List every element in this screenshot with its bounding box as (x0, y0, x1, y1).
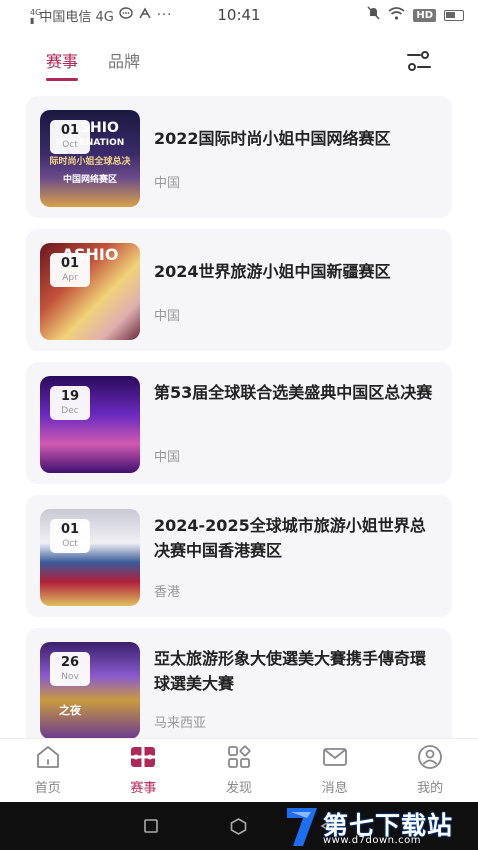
event-thumbnail: 19 Dec (40, 376, 140, 473)
nav-profile[interactable]: 我的 (382, 739, 478, 800)
home-button[interactable] (230, 818, 247, 839)
bottom-nav: 首页 赛事 发现 消息 我的 (0, 738, 478, 800)
thumb-text: 际时尚小姐全球总决 (49, 157, 131, 167)
event-thumbnail: 01 Oct (40, 509, 140, 606)
nav-label: 消息 (321, 780, 348, 796)
watermark-logo-icon (283, 806, 321, 850)
event-card[interactable]: 19 Dec 第53届全球联合选美盛典中国区总决赛 中国 (26, 362, 452, 484)
event-location: 马来西亚 (154, 716, 207, 731)
event-title: 2022国际时尚小姐中国网络赛区 (154, 129, 391, 148)
event-thumbnail: 之夜 26 Nov (40, 642, 140, 739)
watermark: 第七下载站 www.d7down.com (283, 806, 473, 848)
nav-label: 我的 (417, 780, 444, 796)
battery-icon (444, 9, 464, 21)
discover-icon (226, 744, 252, 774)
date-badge: 01 Apr (50, 253, 90, 287)
date-month: Nov (61, 672, 79, 682)
event-title: 亞太旅游形象大使選美大賽携手傳奇環球選美大賽 (154, 649, 427, 693)
thumb-text: 之夜 (59, 704, 81, 717)
mute-icon (367, 6, 380, 24)
event-title: 第53届全球联合选美盛典中国区总决赛 (154, 383, 433, 402)
event-location: 香港 (154, 585, 181, 600)
nav-label: 发现 (225, 780, 252, 796)
nav-events[interactable]: 赛事 (96, 739, 192, 800)
thumb-text: 中国网络赛区 (62, 175, 117, 185)
date-month: Dec (61, 406, 79, 416)
carrier-label: 中国电信 4G (39, 9, 114, 25)
nav-messages[interactable]: 消息 (287, 739, 383, 800)
date-badge: 26 Nov (50, 652, 90, 686)
nav-label: 首页 (34, 780, 61, 796)
status-bar: 4G ▮ 中国电信 4G ··· 10:41 HD (0, 0, 478, 30)
nav-home[interactable]: 首页 (0, 739, 96, 800)
date-month: Oct (62, 539, 78, 549)
watermark-url: www.d7down.com (323, 835, 422, 846)
nav-label: 赛事 (130, 780, 157, 796)
date-badge: 01 Oct (50, 519, 90, 553)
date-month: Apr (62, 273, 78, 283)
more-icon: ··· (156, 7, 173, 23)
sync-icon (138, 6, 152, 24)
top-tabs: 赛事 品牌 (46, 48, 140, 81)
event-card[interactable]: FASHIO INTERNATION 际时尚小姐全球总决 中国网络赛区 01 O… (26, 96, 452, 218)
date-day: 01 (60, 123, 80, 138)
tab-brand[interactable]: 品牌 (108, 48, 140, 78)
date-month: Oct (62, 140, 78, 150)
message-icon (322, 744, 348, 774)
event-thumbnail: ASHIO 01 Apr (40, 243, 140, 340)
hd-badge: HD (413, 8, 436, 22)
recents-button[interactable] (144, 818, 158, 837)
event-location: 中国 (154, 309, 181, 324)
profile-icon (417, 744, 443, 774)
event-title: 2024-2025全球城市旅游小姐世界总决赛中国香港赛区 (154, 516, 426, 560)
events-icon (130, 744, 156, 774)
event-location: 中国 (154, 450, 181, 465)
event-card[interactable]: 01 Oct 2024-2025全球城市旅游小姐世界总决赛中国香港赛区 香港 (26, 495, 452, 617)
nav-discover[interactable]: 发现 (191, 739, 287, 800)
event-location: 中国 (154, 176, 181, 191)
event-thumbnail: FASHIO INTERNATION 际时尚小姐全球总决 中国网络赛区 01 O… (40, 110, 140, 207)
event-card[interactable]: ASHIO 01 Apr 2024世界旅游小姐中国新疆赛区 中国 (26, 229, 452, 351)
event-card[interactable]: 之夜 26 Nov 亞太旅游形象大使選美大賽携手傳奇環球選美大賽 马来西亚 (26, 628, 452, 750)
filter-icon[interactable] (406, 50, 432, 74)
home-icon (35, 744, 61, 774)
date-day: 01 (60, 256, 80, 271)
date-badge: 01 Oct (50, 120, 90, 154)
chat-icon (119, 6, 133, 24)
signal-label: 4G (30, 8, 42, 17)
date-day: 26 (60, 655, 80, 670)
wifi-icon (388, 6, 405, 24)
tab-events[interactable]: 赛事 (46, 48, 79, 81)
date-day: 01 (60, 522, 80, 537)
event-title: 2024世界旅游小姐中国新疆赛区 (154, 262, 391, 281)
date-day: 19 (60, 389, 80, 404)
status-right: HD (367, 6, 464, 24)
date-badge: 19 Dec (50, 386, 90, 420)
status-left: ▮ 中国电信 4G ··· (30, 6, 367, 25)
